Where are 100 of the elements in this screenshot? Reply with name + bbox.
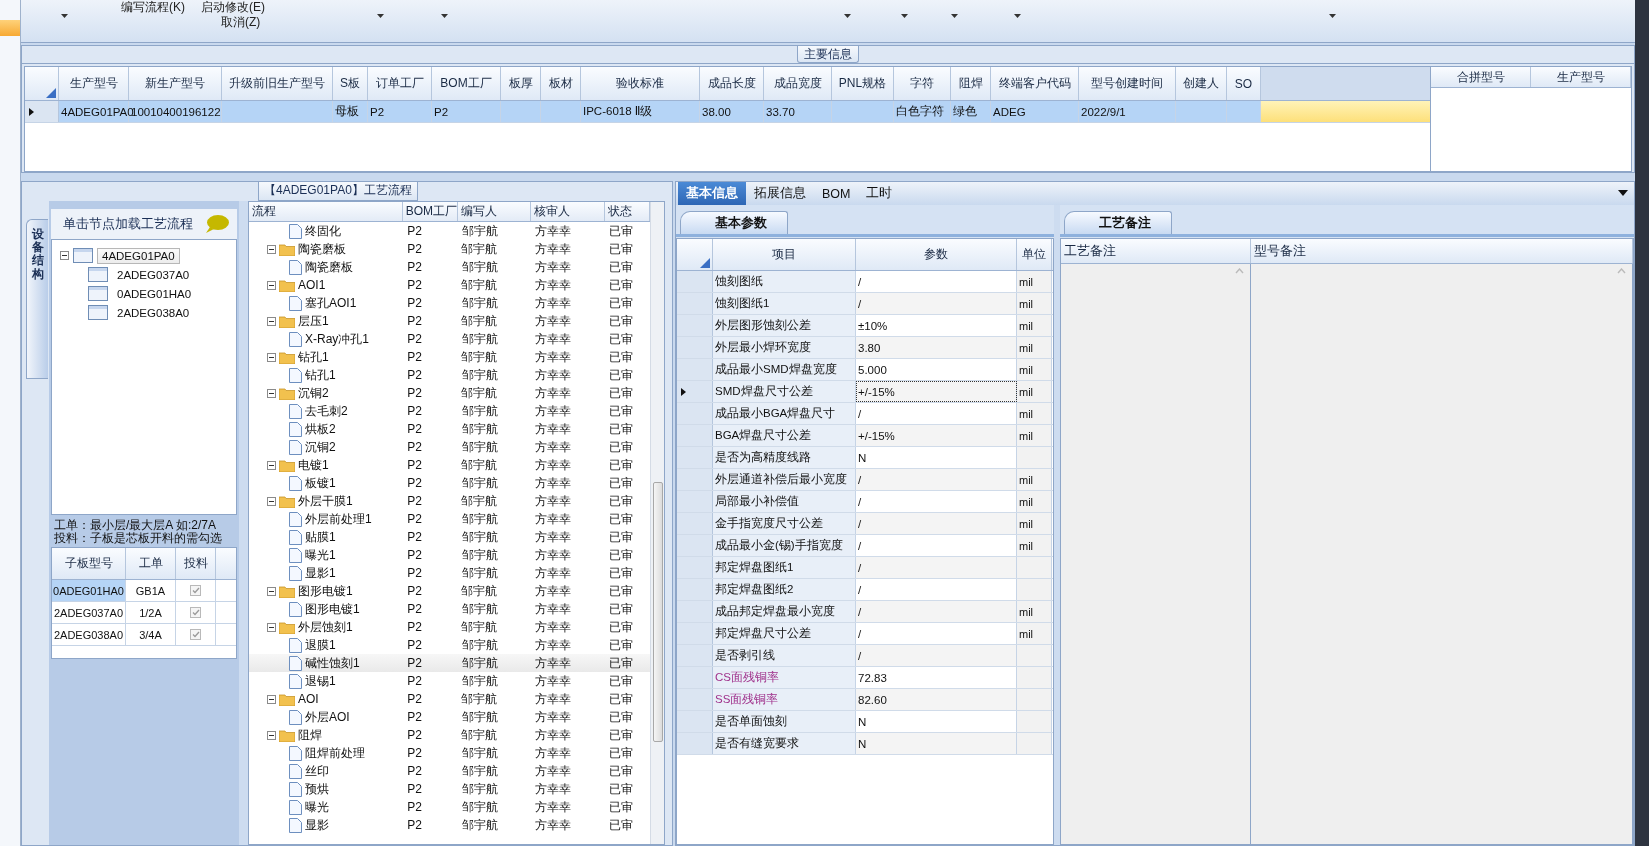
parameter-value[interactable]: / <box>856 601 1017 622</box>
checkbox[interactable] <box>190 585 201 596</box>
collapse-icon[interactable] <box>267 622 276 632</box>
column-header[interactable]: 板厚 <box>501 67 541 100</box>
process-row[interactable]: 外层蚀刻1 P2 邹宇航 方幸幸 已审 <box>249 618 650 636</box>
process-row[interactable]: 曝光1 P2 邹宇航 方幸幸 已审 <box>249 546 650 564</box>
tab[interactable]: BOM <box>814 182 859 205</box>
dropdown-caret-icon[interactable] <box>1014 14 1021 18</box>
column-header[interactable]: 板材 <box>541 67 581 100</box>
parameter-value[interactable]: / <box>856 491 1017 512</box>
parameter-value[interactable]: +/-15% <box>856 381 1017 402</box>
process-row[interactable]: X-Ray冲孔1 P2 邹宇航 方幸幸 已审 <box>249 330 650 348</box>
process-row[interactable]: 电镀1 P2 邹宇航 方幸幸 已审 <box>249 456 650 474</box>
parameter-value[interactable]: 72.83 <box>856 667 1017 688</box>
process-row[interactable]: 钻孔1 P2 邹宇航 方幸幸 已审 <box>249 366 650 384</box>
process-row[interactable]: 曝光 P2 邹宇航 方幸幸 已审 <box>249 798 650 816</box>
column-header[interactable]: 生产型号 <box>1531 67 1631 87</box>
toolbar-button[interactable]: 取消(Z) <box>219 16 263 29</box>
column-header[interactable]: 验收标准 <box>581 67 700 100</box>
column-header[interactable]: 合拼型号 <box>1431 67 1531 87</box>
parameter-value[interactable]: N <box>856 711 1017 732</box>
process-row[interactable]: 外层AOI P2 邹宇航 方幸幸 已审 <box>249 708 650 726</box>
column-header[interactable]: 升级前旧生产型号 <box>222 67 333 100</box>
collapse-icon[interactable] <box>60 251 69 260</box>
collapse-icon[interactable] <box>267 280 276 290</box>
scrollbar[interactable] <box>650 202 664 844</box>
process-row[interactable]: 图形电镀1 P2 邹宇航 方幸幸 已审 <box>249 600 650 618</box>
column-header[interactable]: 子板型号 <box>52 548 126 579</box>
toolbar-button[interactable]: 编写流程(K) <box>119 1 187 14</box>
row-header[interactable] <box>25 101 59 122</box>
column-header[interactable]: 成品宽度 <box>764 67 832 100</box>
checkbox[interactable] <box>190 607 201 618</box>
process-row[interactable]: 外层前处理1 P2 邹宇航 方幸幸 已审 <box>249 510 650 528</box>
process-row[interactable]: 外层干膜1 P2 邹宇航 方幸幸 已审 <box>249 492 650 510</box>
parameter-value[interactable]: N <box>856 733 1017 754</box>
process-row[interactable]: AOI P2 邹宇航 方幸幸 已审 <box>249 690 650 708</box>
dropdown-caret-icon[interactable] <box>844 14 851 18</box>
collapse-icon[interactable] <box>267 694 276 704</box>
process-row[interactable]: 陶瓷磨板 P2 邹宇航 方幸幸 已审 <box>249 240 650 258</box>
process-row[interactable]: 塞孔AOI1 P2 邹宇航 方幸幸 已审 <box>249 294 650 312</box>
process-row[interactable]: 贴膜1 P2 邹宇航 方幸幸 已审 <box>249 528 650 546</box>
checkbox[interactable] <box>190 629 201 640</box>
parameter-value[interactable]: / <box>856 623 1017 644</box>
process-row[interactable]: 预烘 P2 邹宇航 方幸幸 已审 <box>249 780 650 798</box>
column-header[interactable]: 投料 <box>176 548 216 579</box>
parameter-value[interactable]: / <box>856 293 1017 314</box>
collapse-icon[interactable] <box>267 352 276 362</box>
parameter-value[interactable]: / <box>856 557 1017 578</box>
parameter-value[interactable]: / <box>856 469 1017 490</box>
collapse-icon[interactable] <box>267 244 276 254</box>
table-cell[interactable]: 2ADEG038A0 <box>52 624 126 645</box>
collapse-icon[interactable] <box>267 388 276 398</box>
process-row[interactable]: 退锡1 P2 邹宇航 方幸幸 已审 <box>249 672 650 690</box>
table-cell[interactable] <box>1261 101 1430 122</box>
column-header[interactable]: 阻焊 <box>951 67 991 100</box>
column-header[interactable]: 订单工厂 <box>368 67 432 100</box>
column-header[interactable]: 创建人 <box>1176 67 1227 100</box>
process-row[interactable]: 沉铜2 P2 邹宇航 方幸幸 已审 <box>249 438 650 456</box>
process-row[interactable]: 板镀1 P2 邹宇航 方幸幸 已审 <box>249 474 650 492</box>
toolbar-button[interactable]: 启动修改(E) <box>199 1 267 14</box>
collapse-icon[interactable] <box>267 316 276 326</box>
parameter-value[interactable]: 5.000 <box>856 359 1017 380</box>
column-header[interactable]: 项目 <box>713 239 856 270</box>
column-header[interactable]: 编写人 <box>457 202 531 221</box>
column-header[interactable]: 参数 <box>856 239 1017 270</box>
column-header[interactable]: 单位 <box>1017 239 1052 270</box>
collapse-icon[interactable] <box>267 730 276 740</box>
parameter-value[interactable]: +/-15% <box>856 425 1017 446</box>
column-header[interactable]: BOM工厂 <box>402 202 458 221</box>
tab[interactable]: 拓展信息 <box>746 182 814 205</box>
parameter-value[interactable]: / <box>856 535 1017 556</box>
parameter-value[interactable]: / <box>856 403 1017 424</box>
table-cell[interactable]: 0ADEG01HA0 <box>52 580 126 601</box>
parameter-value[interactable]: ±10% <box>856 315 1017 336</box>
process-row[interactable]: 丝印 P2 邹宇航 方幸幸 已审 <box>249 762 650 780</box>
process-row[interactable]: 层压1 P2 邹宇航 方幸幸 已审 <box>249 312 650 330</box>
parameter-value[interactable]: N <box>856 447 1017 468</box>
dropdown-caret-icon[interactable] <box>61 14 68 18</box>
scroll-up-icon[interactable] <box>1617 268 1626 274</box>
tree-node[interactable]: 0ADEG01HA0 <box>112 285 197 302</box>
parameter-value[interactable]: 82.60 <box>856 689 1017 710</box>
column-header[interactable]: 新生产型号 <box>129 67 222 100</box>
dropdown-caret-icon[interactable] <box>1329 14 1336 18</box>
table-row[interactable]: 4ADEG01PA010010400196122 母板 P2 P2 IPC-6018 Ⅱ级 38.00 33.70 白色字符 绿色 ADEG 2022/9/1 <box>25 101 1430 123</box>
process-row[interactable]: 终固化 P2 邹宇航 方幸幸 已审 <box>249 222 650 240</box>
parameter-value[interactable]: / <box>856 645 1017 666</box>
column-header[interactable]: 工单 <box>126 548 176 579</box>
tree-node[interactable]: 2ADEG038A0 <box>112 304 195 321</box>
collapse-icon[interactable] <box>267 460 276 470</box>
process-row[interactable]: 碱性蚀刻1 P2 邹宇航 方幸幸 已审 <box>249 654 650 672</box>
tab[interactable]: 工时 <box>858 182 901 205</box>
parameter-value[interactable]: 3.80 <box>856 337 1017 358</box>
dropdown-caret-icon[interactable] <box>377 14 384 18</box>
column-header[interactable]: 型号备注 <box>1251 239 1633 263</box>
column-header[interactable]: 核审人 <box>530 202 605 221</box>
process-row[interactable]: 显影 P2 邹宇航 方幸幸 已审 <box>249 816 650 834</box>
scroll-up-icon[interactable] <box>1235 268 1244 274</box>
dropdown-caret-icon[interactable] <box>901 14 908 18</box>
tree-node[interactable]: 4ADEG01PA0 <box>97 247 180 264</box>
process-row[interactable]: 沉铜2 P2 邹宇航 方幸幸 已审 <box>249 384 650 402</box>
